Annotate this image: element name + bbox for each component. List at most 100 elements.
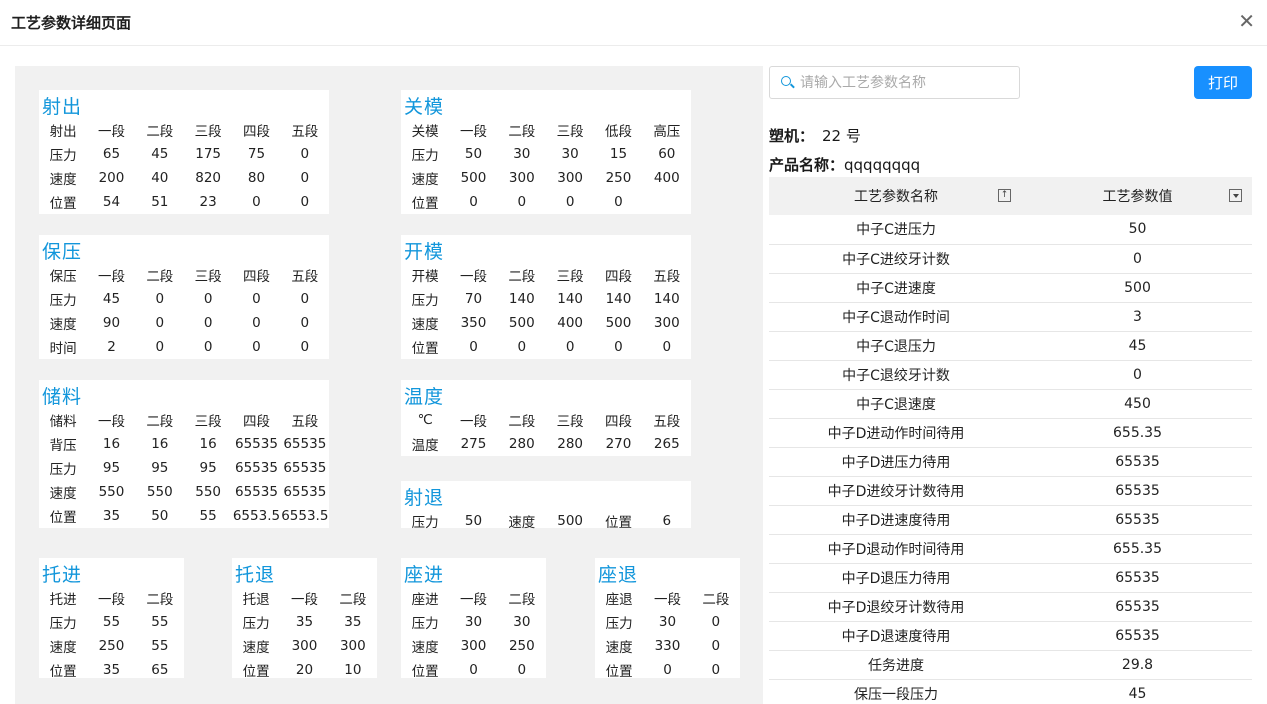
row-label: 位置	[411, 341, 439, 357]
table-row[interactable]: 中子D退压力待用 65535	[769, 563, 1252, 593]
param-name-cell: 中子D进动作时间待用	[769, 418, 1023, 448]
column-header-name[interactable]: 工艺参数名称 ↑	[769, 177, 1023, 215]
row-label: 速度	[605, 640, 633, 656]
cell-value: 0	[300, 315, 310, 331]
close-icon[interactable]: ✕	[1238, 9, 1255, 33]
param-value-cell: 45	[1023, 331, 1252, 361]
table-row[interactable]: 中子D进速度待用 65535	[769, 505, 1252, 535]
param-value-cell: 50	[1023, 215, 1252, 245]
row-label: 位置	[605, 664, 633, 680]
row-label: 速度	[49, 640, 77, 656]
section-hold: 保压 保压 一段 二段 三段 四段 五段 压力 45 0 0 0 0 速度 90 0 0 0 0 时间 2 0 0 0 0	[39, 235, 329, 359]
cell-value: 2	[107, 339, 116, 355]
table-row[interactable]: 中子C进速度 500	[769, 273, 1252, 303]
product-label: 产品名称：	[769, 156, 845, 174]
param-name-cell: 中子D进压力待用	[769, 447, 1023, 477]
cell-value: 0	[252, 194, 261, 210]
param-name-cell: 中子D退动作时间待用	[769, 534, 1023, 564]
cell-value: 0	[300, 339, 310, 355]
cell-value: 140	[508, 291, 535, 307]
table-row[interactable]: 中子D退动作时间待用 655.35	[769, 534, 1252, 564]
table-row[interactable]: 中子D退速度待用 65535	[769, 621, 1252, 651]
param-name-cell: 中子C进绞牙计数	[769, 244, 1023, 274]
table-row[interactable]: 保压一段压力 45	[769, 679, 1252, 704]
param-value-cell: 655.35	[1023, 534, 1252, 564]
cell-value: 0	[252, 315, 261, 331]
cell-value: 65535	[235, 436, 278, 452]
cell-value: 五段	[653, 269, 681, 285]
section-row: 速度 550 550 550 65535 65535	[39, 480, 329, 504]
param-value-cell: 45	[1023, 679, 1252, 704]
cell-value: 0	[565, 339, 575, 355]
section-carriage-back: 座退 座退 一段 二段 压力 30 0 速度 330 0 位置 0 0	[595, 558, 740, 680]
cell-value: 250	[605, 170, 632, 186]
table-row[interactable]: 中子D退绞牙计数待用 65535	[769, 592, 1252, 622]
section-open-mold: 开模 开模 一段 二段 三段 四段 五段 压力 70 140 140 140 140 速度 350 500 40…	[401, 235, 691, 359]
cell-value: 一段	[459, 124, 487, 140]
cell-value: 三段	[194, 269, 222, 285]
search-icon	[781, 76, 791, 86]
product-value: qqqqqqqq	[844, 156, 921, 174]
section-row: 压力 50 速度 500 位置 6	[401, 509, 691, 533]
cell-value: 0	[711, 638, 721, 654]
cell-value: 一段	[97, 414, 125, 430]
cell-value: 90	[102, 315, 121, 331]
param-name-cell: 中子C退速度	[769, 389, 1023, 419]
section-table: 托退 一段 二段 压力 35 35 速度 300 300 位置 20 10	[232, 586, 377, 682]
cell-value: 0	[203, 291, 213, 307]
table-row[interactable]: 中子C退速度 450	[769, 389, 1252, 419]
table-row[interactable]: 中子C进绞牙计数 0	[769, 244, 1252, 274]
cell-value: 45	[151, 146, 169, 162]
cell-value: 二段	[508, 269, 536, 285]
cell-value: 35	[102, 662, 121, 678]
section-close-mold: 关模 关模 一段 二段 三段 低段 高压 压力 50 30 30 15 60 速度 500 300 300 250…	[401, 90, 691, 214]
cell-value: 95	[151, 460, 169, 476]
table-row[interactable]: 中子D进压力待用 65535	[769, 447, 1252, 477]
cell-value: 30	[464, 614, 483, 630]
cell-value: 330	[654, 638, 681, 654]
search-input[interactable]	[800, 72, 1010, 94]
section-row: 压力 45 0 0 0 0	[39, 287, 329, 311]
cell-value: 0	[155, 339, 165, 355]
row-label: 速度	[49, 172, 77, 188]
section-row: 压力 95 95 95 65535 65535	[39, 456, 329, 480]
column-header-value[interactable]: 工艺参数值	[1023, 177, 1252, 215]
cell-value: 60	[658, 146, 676, 162]
section-row: 压力 30 30	[401, 610, 546, 634]
cell-value: 10	[344, 662, 362, 678]
table-row[interactable]: 中子C进压力 50	[769, 215, 1252, 245]
cell-value: 40	[151, 170, 169, 186]
section-row: 时间 2 0 0 0 0	[39, 335, 329, 359]
cell-value: 高压	[653, 124, 681, 140]
table-row[interactable]: 中子C退压力 45	[769, 331, 1252, 361]
section-row: 储料 一段 二段 三段 四段 五段	[39, 408, 329, 432]
cell-value: 55	[151, 638, 169, 654]
param-name-cell: 中子C进压力	[769, 215, 1023, 245]
section-carriage-forward: 座进 座进 一段 二段 压力 30 30 速度 300 250 位置 0 0	[401, 558, 546, 680]
row-label: 关模	[411, 124, 439, 140]
section-ejector-forward: 托进 托进 一段 二段 压力 55 55 速度 250 55 位置 35 65	[39, 558, 184, 680]
cell-value: 65535	[235, 484, 278, 500]
cell-value: 一段	[97, 269, 125, 285]
table-row[interactable]: 中子D进动作时间待用 655.35	[769, 418, 1252, 448]
param-value-cell: 0	[1023, 244, 1252, 274]
cell-value: 300	[557, 170, 584, 186]
sort-ascending-icon[interactable]: ↑	[998, 189, 1011, 202]
table-row[interactable]: 中子C退绞牙计数 0	[769, 360, 1252, 390]
dialog-header: 工艺参数详细页面 ✕	[0, 0, 1267, 46]
cell-value: 250	[98, 638, 125, 654]
cell-value: 一段	[459, 269, 487, 285]
print-button[interactable]: 打印	[1194, 66, 1252, 99]
param-name-cell: 任务进度	[769, 650, 1023, 680]
section-table: 储料 一段 二段 三段 四段 五段 背压 16 16 16 65535 65535 压力 95 95 95 65…	[39, 408, 329, 528]
table-row[interactable]: 中子D进绞牙计数待用 65535	[769, 476, 1252, 506]
cell-value: 400	[653, 170, 680, 186]
section-row: 速度 300 300	[232, 634, 377, 658]
param-name-cell: 保压一段压力	[769, 679, 1023, 704]
row-label: 射出	[49, 124, 77, 140]
table-row[interactable]: 任务进度 29.8	[769, 650, 1252, 680]
table-row[interactable]: 中子C退动作时间 3	[769, 302, 1252, 332]
section-table: 关模 一段 二段 三段 低段 高压 压力 50 30 30 15 60 速度 500 300 300 250 40…	[401, 118, 691, 214]
cell-value: 65535	[283, 484, 327, 500]
filter-dropdown-icon[interactable]	[1229, 189, 1242, 202]
